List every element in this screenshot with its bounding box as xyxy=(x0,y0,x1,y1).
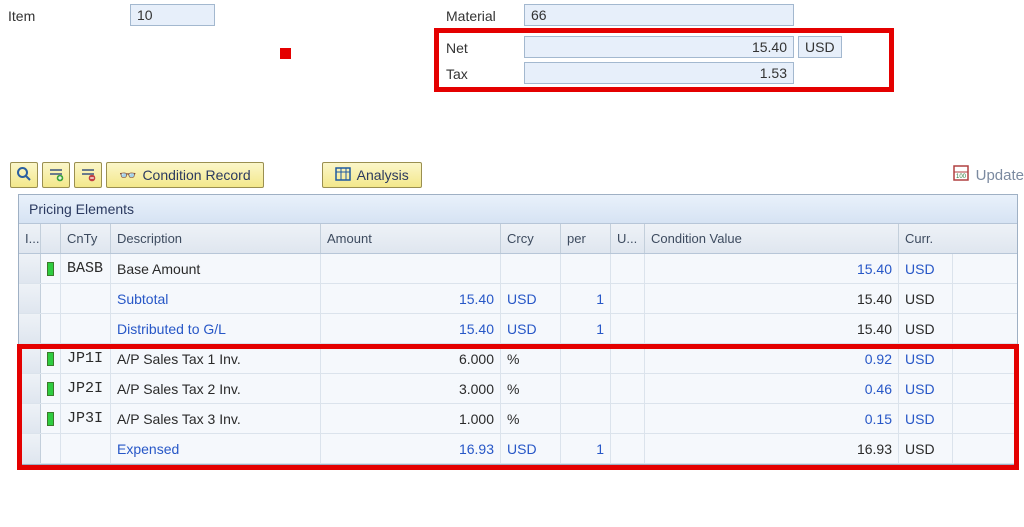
row-per: 1 xyxy=(561,284,611,313)
table-icon xyxy=(335,166,351,185)
row-indicator xyxy=(41,254,61,283)
row-crcy: USD xyxy=(501,284,561,313)
row-condition-value: 15.40 xyxy=(645,284,899,313)
row-handle[interactable] xyxy=(19,284,41,313)
row-unit xyxy=(611,254,645,283)
row-amount xyxy=(321,254,501,283)
condition-record-button[interactable]: 👓 Condition Record xyxy=(106,162,264,188)
row-description: Distributed to G/L xyxy=(111,314,321,343)
row-unit xyxy=(611,284,645,313)
pricing-elements-panel: Pricing Elements I... CnTy Description A… xyxy=(18,194,1018,465)
table-row[interactable]: Distributed to G/L15.40USD115.40USD xyxy=(19,314,1017,344)
row-curr: USD xyxy=(899,284,953,313)
condition-record-label: Condition Record xyxy=(142,167,250,183)
tax-field[interactable]: 1.53 xyxy=(524,62,794,84)
row-crcy xyxy=(501,254,561,283)
calc-icon: 100 xyxy=(952,164,970,186)
material-field[interactable]: 66 xyxy=(524,4,794,26)
row-cnty: BASB xyxy=(61,254,111,283)
col-description[interactable]: Description xyxy=(111,224,321,253)
glasses-icon: 👓 xyxy=(119,167,136,184)
row-amount: 15.40 xyxy=(321,284,501,313)
tax-label: Tax xyxy=(446,66,468,82)
material-label: Material xyxy=(446,8,496,24)
net-currency-field[interactable]: USD xyxy=(798,36,842,58)
table-row[interactable]: Subtotal15.40USD115.40USD xyxy=(19,284,1017,314)
col-curr[interactable]: Curr. xyxy=(899,224,953,253)
add-row-icon xyxy=(48,166,64,185)
update-label: Update xyxy=(976,167,1024,184)
net-field[interactable]: 15.40 xyxy=(524,36,794,58)
col-u[interactable]: U... xyxy=(611,224,645,253)
col-indicator[interactable] xyxy=(41,224,61,253)
header-area: Item 10 Material 66 Net 15.40 USD Tax 1.… xyxy=(0,0,1024,130)
col-i[interactable]: I... xyxy=(19,224,41,253)
pricing-header-row: I... CnTy Description Amount Crcy per U.… xyxy=(19,224,1017,254)
red-marker-square xyxy=(280,48,291,59)
svg-text:100: 100 xyxy=(956,174,967,180)
row-handle[interactable] xyxy=(19,314,41,343)
row-per: 1 xyxy=(561,314,611,343)
add-row-icon-button[interactable] xyxy=(42,162,70,188)
row-curr: USD xyxy=(899,314,953,343)
row-cnty xyxy=(61,284,111,313)
row-handle[interactable] xyxy=(19,254,41,283)
row-crcy: USD xyxy=(501,314,561,343)
detail-view-icon-button[interactable] xyxy=(10,162,38,188)
analysis-label: Analysis xyxy=(357,167,409,183)
remove-row-icon-button[interactable] xyxy=(74,162,102,188)
row-indicator xyxy=(41,314,61,343)
row-unit xyxy=(611,314,645,343)
item-label: Item xyxy=(8,8,35,24)
update-button[interactable]: 100 Update xyxy=(952,164,1024,186)
toolbar: 👓 Condition Record Analysis 100 Update xyxy=(10,160,1024,190)
row-description: Base Amount xyxy=(111,254,321,283)
pricing-elements-title: Pricing Elements xyxy=(19,195,1017,224)
col-amount[interactable]: Amount xyxy=(321,224,501,253)
remove-row-icon xyxy=(80,166,96,185)
row-per xyxy=(561,254,611,283)
col-crcy[interactable]: Crcy xyxy=(501,224,561,253)
row-description: Subtotal xyxy=(111,284,321,313)
row-cnty xyxy=(61,314,111,343)
col-condition-value[interactable]: Condition Value xyxy=(645,224,899,253)
row-condition-value: 15.40 xyxy=(645,254,899,283)
col-cnty[interactable]: CnTy xyxy=(61,224,111,253)
active-indicator-icon xyxy=(47,262,54,276)
net-label: Net xyxy=(446,40,468,56)
table-row[interactable]: BASBBase Amount 15.40USD xyxy=(19,254,1017,284)
magnifier-icon xyxy=(16,166,32,185)
row-amount: 15.40 xyxy=(321,314,501,343)
row-curr: USD xyxy=(899,254,953,283)
row-condition-value: 15.40 xyxy=(645,314,899,343)
analysis-button[interactable]: Analysis xyxy=(322,162,422,188)
col-per[interactable]: per xyxy=(561,224,611,253)
tax-rows-highlight-box xyxy=(17,344,1019,470)
item-field[interactable]: 10 xyxy=(130,4,215,26)
row-indicator xyxy=(41,284,61,313)
